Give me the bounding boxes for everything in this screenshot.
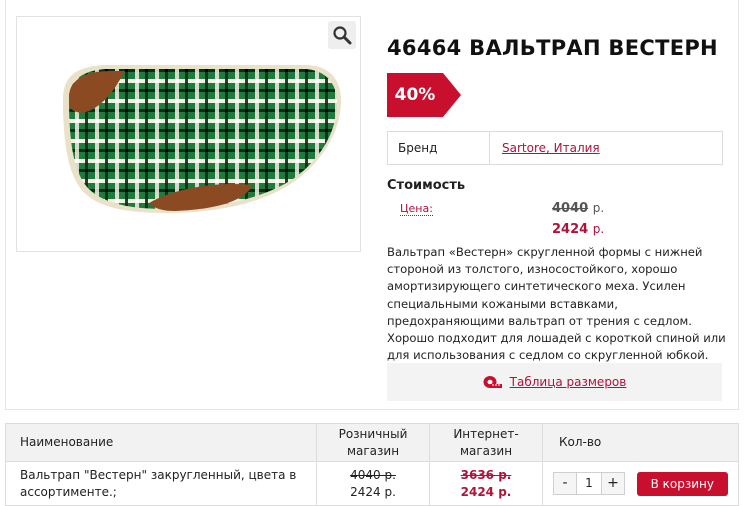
qty-plus-button[interactable]: + xyxy=(602,473,624,494)
new-price-value: 2424 xyxy=(552,222,589,237)
price-label[interactable]: Цена: xyxy=(400,202,433,216)
product-description: Вальтрап «Вестерн» скругленной формы с н… xyxy=(387,245,726,363)
add-to-cart-button[interactable]: В корзину xyxy=(636,471,728,496)
brand-link[interactable]: Sartore, Италия xyxy=(490,132,600,164)
internet-old-price: 3636 р. xyxy=(460,467,512,482)
internet-new-price: 2424 р. xyxy=(460,484,512,499)
qty-minus-button[interactable]: - xyxy=(554,473,576,494)
offers-table: Наименование Розничный магазин Интернет-… xyxy=(5,423,739,506)
discount-value: 40% xyxy=(394,85,436,105)
col-internet-header: Интернет-магазин xyxy=(429,423,543,462)
measuring-tape-icon xyxy=(483,376,502,388)
col-qty-header: Кол-во xyxy=(542,423,739,462)
quantity-stepper[interactable]: - 1 + xyxy=(553,472,625,495)
old-price-value: 4040 xyxy=(552,201,589,216)
old-price-currency: р. xyxy=(592,201,605,215)
table-header-row: Наименование Розничный магазин Интернет-… xyxy=(5,423,739,462)
new-price-currency: р. xyxy=(592,222,605,236)
size-table-link[interactable]: Таблица размеров xyxy=(510,375,627,389)
discount-badge: 40% xyxy=(387,73,461,117)
brand-label: Бренд xyxy=(388,132,490,164)
col-retail-header-text: Розничный магазин xyxy=(338,426,408,458)
product-title: 46464 ВАЛЬТРАП ВЕСТЕРН xyxy=(387,36,718,60)
row-retail-price: 4040 р. 2424 р. xyxy=(316,461,430,506)
qty-input[interactable]: 1 xyxy=(576,473,602,494)
product-photo[interactable] xyxy=(16,16,361,252)
magnifier-icon[interactable] xyxy=(328,21,356,49)
price-heading: Стоимость xyxy=(387,178,466,193)
retail-old-price: 4040 р. xyxy=(350,467,396,482)
row-name: Вальтрап "Вестерн" закругленный, цвета в… xyxy=(5,461,317,506)
old-price: 4040 р. xyxy=(552,201,604,216)
col-name-header: Наименование xyxy=(5,423,317,462)
row-internet-price: 3636 р. 2424 р. xyxy=(429,461,543,506)
col-retail-header: Розничный магазин xyxy=(316,423,430,462)
brand-row: Бренд Sartore, Италия xyxy=(387,131,723,165)
size-table-button[interactable]: Таблица размеров xyxy=(387,363,722,401)
table-row: Вальтрап "Вестерн" закругленный, цвета в… xyxy=(5,461,739,506)
retail-new-price: 2424 р. xyxy=(350,484,396,499)
row-qty-cell: - 1 + В корзину xyxy=(542,461,739,506)
saddle-pad-image xyxy=(63,65,341,213)
col-internet-header-text: Интернет-магазин xyxy=(453,426,519,458)
new-price: 2424 р. xyxy=(552,222,604,237)
